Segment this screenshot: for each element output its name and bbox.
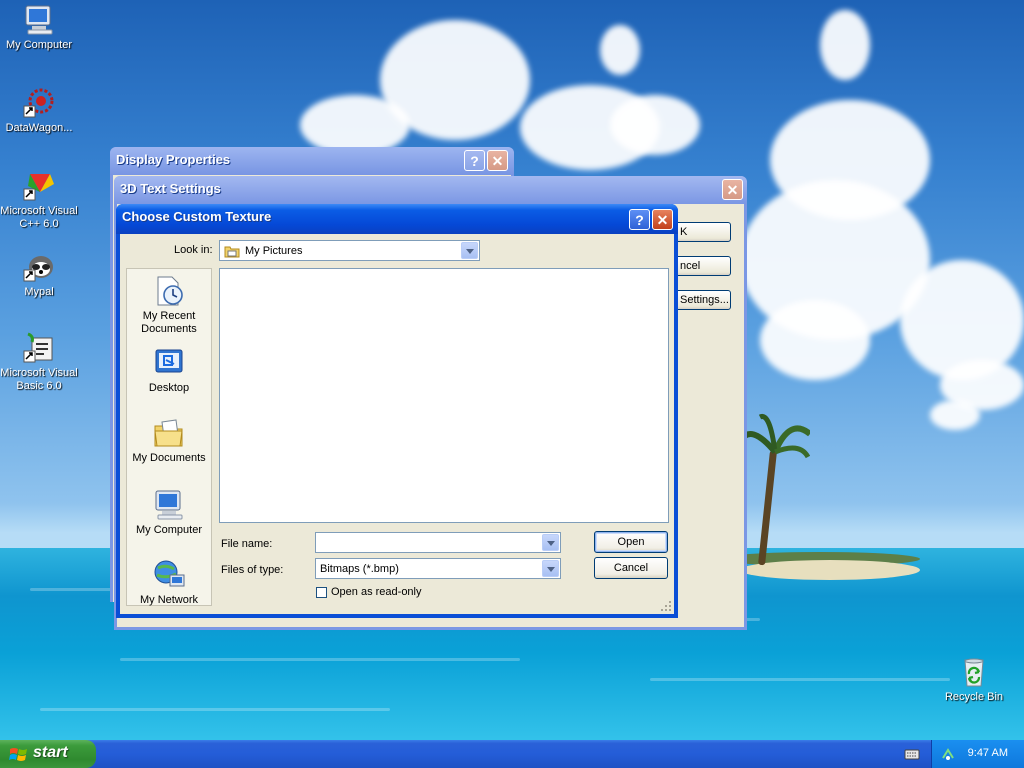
files-of-type-dropdown[interactable]: Bitmaps (*.bmp) [315, 558, 561, 579]
visual-cpp-icon [22, 170, 56, 202]
places-item-recent[interactable]: My Recent Documents [127, 275, 211, 336]
close-button[interactable]: ✕ [722, 179, 743, 200]
recycle-bin-icon [957, 656, 991, 688]
desktop-icon-datawagon[interactable]: DataWagon... [0, 87, 81, 135]
places-item-label: My Computer [135, 524, 203, 536]
desktop-icon-label: Microsoft Visual C++ 6.0 [0, 205, 78, 230]
choose-texture-body: Look in: My Pictures My Recent Documents… [120, 234, 674, 614]
close-button[interactable]: ✕ [652, 209, 673, 230]
help-button[interactable]: ? [464, 150, 485, 171]
desktop-icon-mypal[interactable]: Mypal [0, 251, 81, 299]
cancel-button[interactable]: Cancel [594, 557, 668, 579]
keyboard-icon[interactable] [904, 747, 920, 761]
chevron-down-icon[interactable] [461, 242, 478, 259]
files-of-type-label: Files of type: [221, 564, 284, 576]
mypal-icon [22, 251, 56, 283]
desktop-icon-my-computer[interactable]: My Computer [0, 4, 81, 52]
desktop-icon-visual-cpp[interactable]: Microsoft Visual C++ 6.0 [0, 170, 81, 231]
places-item-desktop[interactable]: Desktop [127, 347, 211, 395]
windows-logo-icon [9, 748, 27, 761]
computer-icon [22, 4, 56, 36]
my-documents-icon [152, 417, 186, 449]
chevron-down-icon[interactable] [542, 560, 559, 577]
ok-button[interactable]: K [673, 222, 731, 242]
desktop-icon-recycle-bin[interactable]: Recycle Bin [932, 656, 1016, 704]
computer-icon [152, 489, 186, 521]
places-item-my-computer[interactable]: My Computer [127, 489, 211, 537]
files-of-type-value: Bitmaps (*.bmp) [320, 563, 399, 575]
datawagon-icon [22, 87, 56, 119]
network-icon [152, 559, 186, 591]
look-in-label: Look in: [174, 244, 213, 256]
island [740, 560, 920, 580]
start-label: start [33, 744, 68, 761]
places-item-label: Desktop [148, 382, 190, 394]
places-bar: My Recent Documents Desktop My Documents… [126, 268, 212, 606]
desktop-icon-label: DataWagon... [5, 122, 73, 134]
window-title: Choose Custom Texture [122, 209, 272, 224]
system-tray: 9:47 AM [931, 740, 1024, 768]
network-status-icon[interactable] [940, 746, 956, 762]
clock[interactable]: 9:47 AM [968, 747, 1008, 759]
desktop-icon [152, 347, 186, 379]
look-in-value: My Pictures [245, 245, 303, 257]
places-item-label: My Documents [132, 452, 206, 464]
desktop-icon-visual-basic[interactable]: Microsoft Visual Basic 6.0 [0, 332, 81, 393]
window-title: Display Properties [116, 152, 231, 167]
settings-button[interactable]: Settings... [673, 290, 731, 310]
open-button[interactable]: Open [594, 531, 668, 553]
visual-basic-icon [22, 332, 56, 364]
taskbar: start 9:47 AM [0, 740, 1024, 768]
desktop-icon-label: Microsoft Visual Basic 6.0 [0, 367, 78, 392]
file-list[interactable] [219, 268, 669, 523]
choose-texture-titlebar[interactable]: Choose Custom Texture ? ✕ [116, 204, 678, 234]
choose-custom-texture-dialog[interactable]: Choose Custom Texture ? ✕ Look in: My Pi… [116, 204, 678, 618]
3d-text-settings-titlebar[interactable]: 3D Text Settings ✕ [114, 176, 747, 204]
file-name-label: File name: [221, 538, 273, 550]
look-in-dropdown[interactable]: My Pictures [219, 240, 480, 261]
places-item-my-documents[interactable]: My Documents [127, 417, 211, 465]
pictures-folder-icon [224, 246, 240, 258]
window-title: 3D Text Settings [120, 181, 221, 196]
places-item-label: My Recent Documents [141, 310, 197, 335]
readonly-checkbox[interactable] [316, 587, 327, 598]
resize-grip-icon[interactable] [660, 600, 672, 612]
desktop-icon-label: Recycle Bin [944, 691, 1004, 703]
readonly-label: Open as read-only [331, 586, 422, 598]
start-button[interactable]: start [0, 740, 96, 768]
chevron-down-icon[interactable] [542, 534, 559, 551]
display-properties-titlebar[interactable]: Display Properties ? ✕ [110, 147, 514, 175]
palm-tree-icon [740, 414, 810, 459]
places-item-my-network[interactable]: My Network [127, 559, 211, 607]
cancel-button[interactable]: ncel [673, 256, 731, 276]
desktop-icon-label: Mypal [24, 286, 54, 298]
close-button[interactable]: ✕ [487, 150, 508, 171]
places-item-label: My Network [139, 594, 199, 606]
help-button[interactable]: ? [629, 209, 650, 230]
desktop-icon-label: My Computer [5, 39, 73, 51]
recent-documents-icon [152, 275, 186, 307]
file-name-input[interactable] [315, 532, 561, 553]
